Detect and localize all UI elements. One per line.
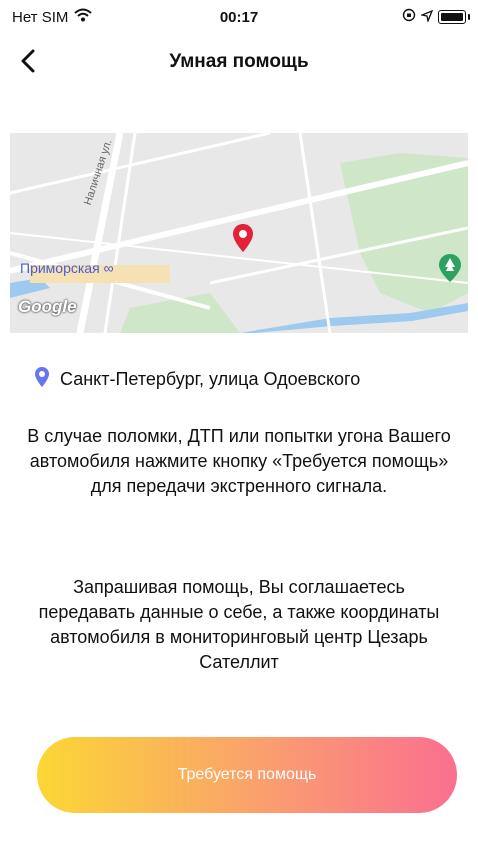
park-icon xyxy=(438,253,462,288)
map-view[interactable]: Приморская ∞ Наличная ул. Google xyxy=(10,133,468,333)
status-bar: Нет SIM 00:17 xyxy=(0,0,478,34)
location-pin-icon xyxy=(34,366,50,393)
info-paragraph-consent: Запрашивая помощь, Вы соглашаетесь перед… xyxy=(38,577,440,672)
address-text: Санкт-Петербург, улица Одоевского xyxy=(60,369,361,389)
help-request-button[interactable]: Требуется помощь xyxy=(37,737,457,813)
rotation-lock-icon xyxy=(402,8,416,26)
info-paragraph-emergency: В случае поломки, ДТП или попытки угона … xyxy=(27,426,451,496)
battery-icon xyxy=(438,10,470,24)
map-logo: Google xyxy=(18,297,77,316)
metro-station-label: Приморская ∞ xyxy=(20,260,114,276)
address-row: Санкт-Петербург, улица Одоевского xyxy=(34,366,360,393)
location-arrow-icon xyxy=(419,9,434,26)
metro-icon: ∞ xyxy=(103,260,114,276)
status-indicators xyxy=(402,8,470,26)
navigation-bar: Умная помощь xyxy=(0,40,478,84)
location-pin-icon xyxy=(232,223,254,258)
page-title: Умная помощь xyxy=(169,51,309,72)
